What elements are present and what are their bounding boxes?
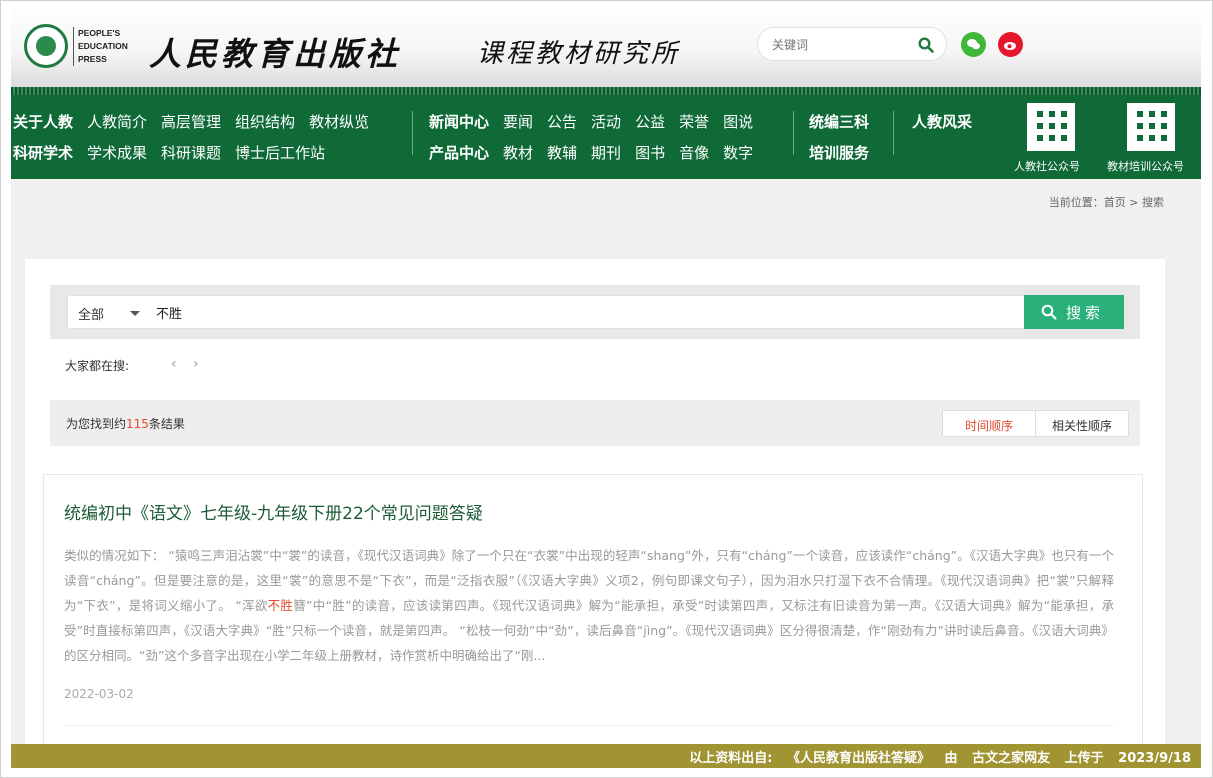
- caret-down-icon: [130, 311, 140, 316]
- site-header: PEOPLE'S EDUCATION PRESS 人民教育出版社 课程教材研究所: [11, 1, 1201, 87]
- nav-row-research: 科研学术 学术成果 科研课题 博士后工作站: [13, 142, 325, 163]
- nav-row-unified: 统编三科: [809, 111, 869, 132]
- sort-by-relevance-button[interactable]: 相关性顺序: [1035, 410, 1129, 437]
- nav-pattern-strip: [11, 87, 1201, 95]
- nav-item-projects[interactable]: 科研课题: [161, 142, 221, 163]
- nav-row-style: 人教风采: [912, 111, 972, 132]
- nav-item-books[interactable]: 图书: [635, 142, 665, 163]
- nav-item-training[interactable]: 培训服务: [809, 142, 869, 163]
- result-date: 2022-03-02: [64, 687, 134, 701]
- nav-item-pictures[interactable]: 图说: [723, 111, 753, 132]
- divider: [64, 725, 1114, 726]
- pep-logo-icon[interactable]: [24, 24, 68, 68]
- result-snippet: 类似的情况如下： “猿鸣三声泪沾裳”中“裳”的读音，《现代汉语词典》除了一个只在…: [64, 548, 1114, 663]
- hot-next-arrow-icon[interactable]: ›: [193, 356, 199, 372]
- wechat-icon[interactable]: [961, 32, 986, 57]
- nav-item-achievements[interactable]: 学术成果: [87, 142, 147, 163]
- nav-item-journals[interactable]: 期刊: [591, 142, 621, 163]
- result-count: 为您找到约115条结果: [66, 417, 185, 431]
- nav-item-structure[interactable]: 组织结构: [235, 111, 295, 132]
- nav-item-aids[interactable]: 教辅: [547, 142, 577, 163]
- source-banner: 以上资料出自: 《人民教育出版社答疑》 由 古文之家网友 上传于 2023/9/…: [11, 744, 1201, 768]
- uploader-name: 古文之家网友: [972, 751, 1051, 766]
- search-icon: [1041, 304, 1057, 320]
- nav-item-honors[interactable]: 荣誉: [679, 111, 709, 132]
- search-scope-value: 全部: [78, 308, 105, 323]
- logo-english-text: PEOPLE'S EDUCATION PRESS: [73, 27, 135, 66]
- search-panel: 全部 搜索 大家都在搜: ‹ › 为您找到约115条结果 时间顺序 相关性顺序 …: [25, 259, 1165, 764]
- nav-item-products[interactable]: 产品中心: [429, 142, 489, 163]
- nav-item-digital[interactable]: 数字: [723, 142, 753, 163]
- search-icon[interactable]: [918, 37, 934, 53]
- nav-item-postdoc[interactable]: 博士后工作站: [235, 142, 325, 163]
- highlight-term: 不胜: [267, 598, 294, 613]
- search-scope-select[interactable]: 全部: [67, 295, 151, 329]
- nav-item-style[interactable]: 人教风采: [912, 111, 972, 132]
- nav-item-textbooks[interactable]: 教材纵览: [309, 111, 369, 132]
- nav-item-headlines[interactable]: 要闻: [503, 111, 533, 132]
- qr-code-icon[interactable]: [1127, 103, 1175, 151]
- nav-item-intro[interactable]: 人教简介: [87, 111, 147, 132]
- breadcrumb[interactable]: 当前位置：首页 > 搜索: [1049, 194, 1164, 210]
- source-banner-text: 以上资料出自: 《人民教育出版社答疑》 由 古文之家网友 上传于 2023/9/…: [689, 751, 1191, 766]
- hot-searches-label: 大家都在搜:: [65, 359, 130, 373]
- search-result-item: 统编初中《语文》七年级-九年级下册22个常见问题答疑 类似的情况如下： “猿鸣三…: [43, 474, 1143, 764]
- result-count-number: 115: [126, 417, 149, 431]
- result-title-link[interactable]: 统编初中《语文》七年级-九年级下册22个常见问题答疑: [64, 499, 483, 524]
- nav-item-about[interactable]: 关于人教: [13, 111, 73, 132]
- content-area: 当前位置：首页 > 搜索 全部 搜索 大家都在搜: ‹ › 为您找到约115条结…: [11, 179, 1201, 764]
- nav-divider: [793, 111, 794, 155]
- nav-item-events[interactable]: 活动: [591, 111, 621, 132]
- nav-row-news: 新闻中心 要闻 公告 活动 公益 荣誉 图说: [429, 111, 753, 132]
- nav-row-products: 产品中心 教材 教辅 期刊 图书 音像 数字: [429, 142, 753, 163]
- search-button-label: 搜索: [1066, 305, 1105, 322]
- main-nav: 关于人教 人教简介 高层管理 组织结构 教材纵览 科研学术 学术成果 科研课题 …: [11, 87, 1201, 179]
- brand-name[interactable]: 人民教育出版社: [149, 29, 401, 75]
- nav-item-charity[interactable]: 公益: [635, 111, 665, 132]
- weibo-icon[interactable]: [998, 32, 1023, 57]
- sort-by-time-button[interactable]: 时间顺序: [942, 410, 1036, 437]
- source-title: 《人民教育出版社答疑》: [786, 751, 930, 766]
- nav-item-unified-subjects[interactable]: 统编三科: [809, 111, 869, 132]
- institute-name[interactable]: 课程教材研究所: [477, 33, 680, 70]
- nav-row-training: 培训服务: [809, 142, 869, 163]
- nav-divider: [893, 111, 894, 155]
- header-search-input[interactable]: [772, 36, 902, 54]
- qr-code-icon[interactable]: [1027, 103, 1075, 151]
- search-bar: 全部 搜索: [50, 285, 1140, 339]
- nav-row-about: 关于人教 人教简介 高层管理 组织结构 教材纵览: [13, 111, 369, 132]
- nav-item-notices[interactable]: 公告: [547, 111, 577, 132]
- result-summary-bar: 为您找到约115条结果 时间顺序 相关性顺序: [50, 400, 1140, 446]
- nav-divider: [412, 111, 413, 155]
- nav-item-news[interactable]: 新闻中心: [429, 111, 489, 132]
- nav-item-textbook[interactable]: 教材: [503, 142, 533, 163]
- qr-label-pep: 人教社公众号: [1014, 160, 1080, 173]
- qr-label-training: 教材培训公众号: [1107, 160, 1184, 173]
- nav-item-media[interactable]: 音像: [679, 142, 709, 163]
- header-search: [757, 27, 947, 61]
- nav-item-research[interactable]: 科研学术: [13, 142, 73, 163]
- nav-item-management[interactable]: 高层管理: [161, 111, 221, 132]
- search-query-input[interactable]: [150, 295, 1025, 329]
- hot-prev-arrow-icon[interactable]: ‹: [171, 356, 177, 372]
- search-button[interactable]: 搜索: [1024, 295, 1124, 329]
- upload-date: 2023/9/18: [1118, 751, 1191, 766]
